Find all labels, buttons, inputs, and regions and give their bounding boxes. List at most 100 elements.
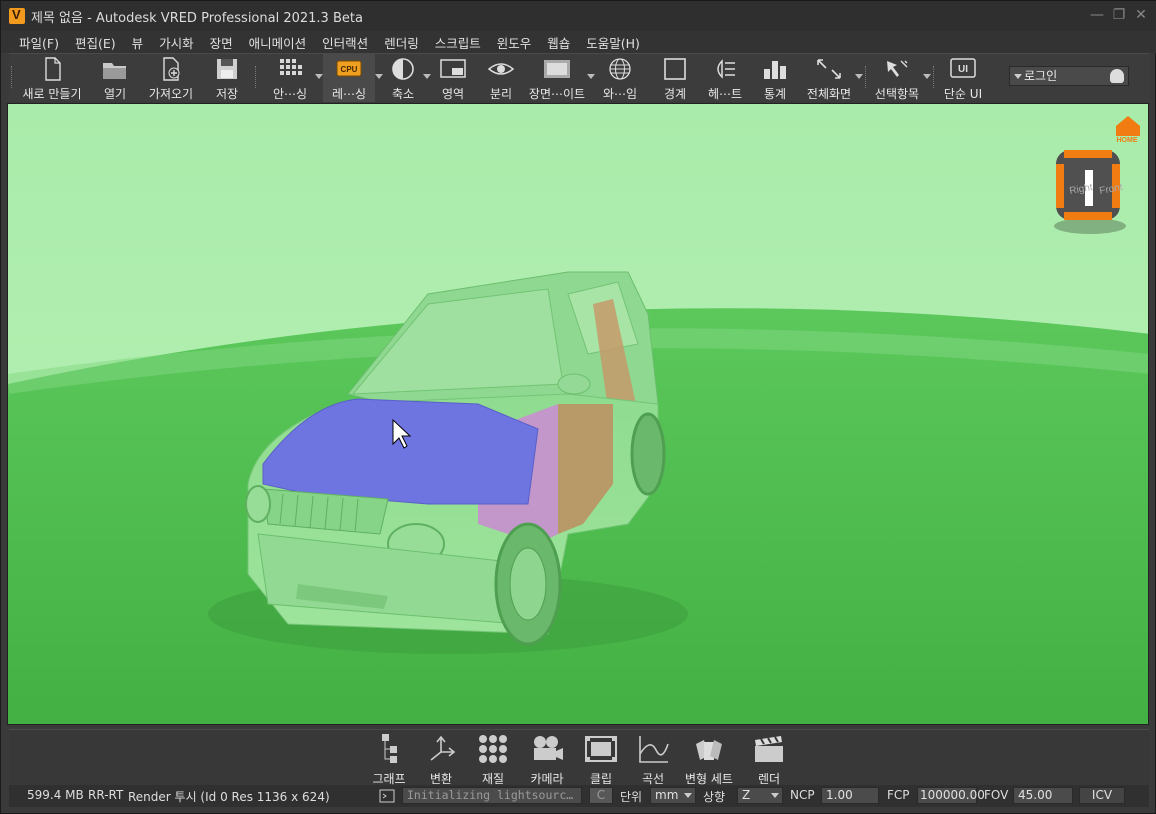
svg-text:HOME: HOME	[1117, 137, 1138, 144]
fcp-input[interactable]: 100000.00	[917, 787, 985, 804]
curve-button[interactable]: 곡선	[635, 734, 671, 787]
graph-button[interactable]: 그래프	[367, 734, 411, 787]
icv-button[interactable]: ICV	[1079, 787, 1125, 804]
film-clip-icon	[584, 734, 618, 764]
transform-button[interactable]: 변환	[423, 734, 459, 787]
window-title: 제목 없음 - Autodesk VRED Professional 2021.…	[31, 10, 363, 26]
toolbar-grip[interactable]	[11, 66, 14, 88]
menu-webshop[interactable]: 웹숍	[539, 33, 578, 52]
maximize-button[interactable]: ❐	[1111, 7, 1127, 23]
fov-input[interactable]: 45.00	[1013, 787, 1073, 804]
clapperboard-icon	[752, 734, 786, 764]
scene-button[interactable]: 장면⋯이트	[527, 54, 595, 102]
chevron-down-icon[interactable]	[315, 74, 323, 79]
render-mode-button[interactable]: CPU 레⋯싱	[323, 54, 383, 102]
chevron-down-icon[interactable]	[375, 74, 383, 79]
menu-interaction[interactable]: 인터랙션	[314, 33, 376, 52]
menu-help[interactable]: 도움말(H)	[578, 33, 648, 52]
simple-ui-icon: UI	[949, 57, 977, 81]
render-button[interactable]: 렌더	[751, 734, 787, 787]
unit-label: 단위	[620, 790, 643, 804]
user-icon[interactable]	[1110, 69, 1124, 83]
open-button[interactable]: 열기	[93, 54, 137, 102]
bounds-button[interactable]: 경계	[657, 54, 693, 102]
terminal-icon[interactable]	[379, 789, 395, 803]
new-file-icon	[38, 57, 66, 81]
new-button[interactable]: 새로 만들기	[19, 54, 85, 102]
chevron-down-icon[interactable]	[923, 74, 931, 79]
up-axis-label: 상향	[703, 790, 726, 804]
menu-window[interactable]: 윈도우	[489, 33, 540, 52]
simple-ui-button[interactable]: UI 단순 UI	[941, 54, 985, 102]
menu-animation[interactable]: 애니메이션	[241, 33, 315, 52]
stats-button[interactable]: 통계	[757, 54, 793, 102]
chevron-down-icon[interactable]	[587, 74, 595, 79]
bounds-square-icon	[661, 57, 689, 81]
fullscreen-button[interactable]: 전체화면	[803, 54, 863, 102]
selection-button[interactable]: 선택항목	[871, 54, 931, 102]
variant-set-button[interactable]: 변형 세트	[681, 734, 737, 787]
variant-cards-icon	[692, 734, 726, 764]
import-file-icon	[157, 57, 185, 81]
menu-file[interactable]: 파일(F)	[11, 33, 67, 52]
message-field: Initializing lightsourc…	[402, 787, 582, 804]
app-window: 제목 없음 - Autodesk VRED Professional 2021.…	[0, 0, 1156, 814]
renderer-mode: RR-RT	[88, 788, 124, 802]
title-bar: 제목 없음 - Autodesk VRED Professional 2021.…	[1, 1, 1156, 31]
folder-icon	[101, 57, 129, 81]
region-rect-icon	[439, 57, 467, 81]
eye-icon	[487, 57, 515, 81]
menu-view[interactable]: 뷰	[124, 33, 152, 52]
wireframe-button[interactable]: 와⋯임	[597, 54, 643, 102]
toolbar-grip[interactable]	[933, 66, 936, 88]
menu-visualization[interactable]: 가시화	[151, 33, 202, 52]
viewcube-navigation[interactable]: Right Front	[1054, 150, 1126, 234]
render-info: Render 투시 (Id 0 Res 1136 x 624)	[128, 790, 330, 804]
material-button[interactable]: 재질	[475, 734, 511, 787]
scale-button[interactable]: 축소	[383, 54, 431, 102]
antialiasing-button[interactable]: 안⋯싱	[265, 54, 323, 102]
region-button[interactable]: 영역	[435, 54, 471, 102]
menu-scene[interactable]: 장면	[202, 33, 241, 52]
antialiasing-grid-icon	[276, 57, 304, 81]
unit-select[interactable]: mm	[650, 787, 696, 804]
console-clear-button[interactable]: C	[589, 787, 613, 804]
menu-script[interactable]: 스크립트	[427, 33, 489, 52]
movie-camera-icon	[530, 734, 564, 764]
save-button[interactable]: 저장	[207, 54, 247, 102]
login-dropdown[interactable]: 로그인	[1009, 66, 1129, 86]
scenegraph-icon	[372, 734, 406, 764]
headlight-icon	[711, 57, 739, 81]
chevron-down-icon[interactable]	[855, 74, 863, 79]
vred-logo-icon	[9, 7, 25, 24]
fullscreen-arrows-icon	[815, 57, 843, 81]
isolate-button[interactable]: 분리	[483, 54, 519, 102]
clip-button[interactable]: 클립	[583, 734, 619, 787]
material-balls-icon	[476, 734, 510, 764]
toolbar-grip[interactable]	[255, 66, 258, 88]
selection-pick-icon	[883, 57, 911, 81]
up-axis-select[interactable]: Z	[737, 787, 783, 804]
module-toolbar: 그래프 변환 재질 카메라 클립 곡선 변형 세트 렌더	[9, 729, 1149, 787]
minimize-button[interactable]: —	[1089, 7, 1105, 23]
menu-edit[interactable]: 편집(E)	[67, 33, 124, 52]
chevron-down-icon	[684, 793, 692, 798]
scene-screen-icon	[543, 57, 571, 81]
save-disk-icon	[213, 57, 241, 81]
chevron-down-icon[interactable]	[423, 74, 431, 79]
import-button[interactable]: 가져오기	[145, 54, 197, 102]
svg-text:UI: UI	[958, 64, 968, 75]
menu-rendering[interactable]: 렌더링	[376, 33, 427, 52]
wireframe-sphere-icon	[606, 57, 634, 81]
fov-label: FOV	[984, 788, 1009, 802]
curve-editor-icon	[636, 734, 670, 764]
status-bar: 599.4 MB RR-RT Render 투시 (Id 0 Res 1136 …	[9, 785, 1149, 807]
render-viewport[interactable]: HOME Right Front	[7, 103, 1149, 725]
close-button[interactable]: ✕	[1133, 7, 1149, 23]
headlight-button[interactable]: 헤⋯트	[703, 54, 747, 102]
camera-button[interactable]: 카메라	[525, 734, 569, 787]
ncp-input[interactable]: 1.00	[821, 787, 879, 804]
toolbar-grip[interactable]	[865, 66, 868, 88]
cpu-chip-icon: CPU	[335, 57, 363, 81]
memory-usage: 599.4 MB	[27, 788, 84, 802]
